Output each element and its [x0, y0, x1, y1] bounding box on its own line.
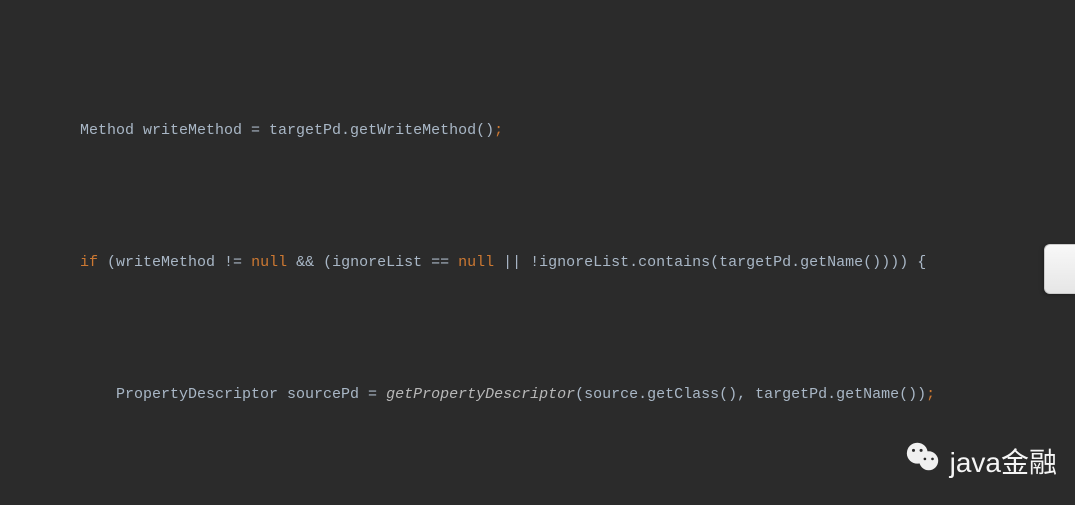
code-text: PropertyDescriptor sourcePd =	[116, 386, 386, 403]
static-method: getPropertyDescriptor	[386, 386, 575, 403]
semicolon: ;	[494, 122, 503, 139]
code-text: (source.getClass(), targetPd.getName())	[575, 386, 926, 403]
code-text: Method writeMethod = targetPd.getWriteMe…	[80, 122, 494, 139]
code-text: && (ignoreList ==	[287, 254, 458, 271]
code-text: || !ignoreList.contains(targetPd.getName…	[494, 254, 926, 271]
code-editor[interactable]: Method writeMethod = targetPd.getWriteMe…	[0, 0, 1075, 505]
side-tab-button[interactable]	[1044, 244, 1075, 294]
keyword-null: null	[458, 254, 494, 271]
keyword-null: null	[251, 254, 287, 271]
semicolon: ;	[926, 386, 935, 403]
keyword-if: if	[80, 254, 98, 271]
code-text: (writeMethod !=	[98, 254, 251, 271]
